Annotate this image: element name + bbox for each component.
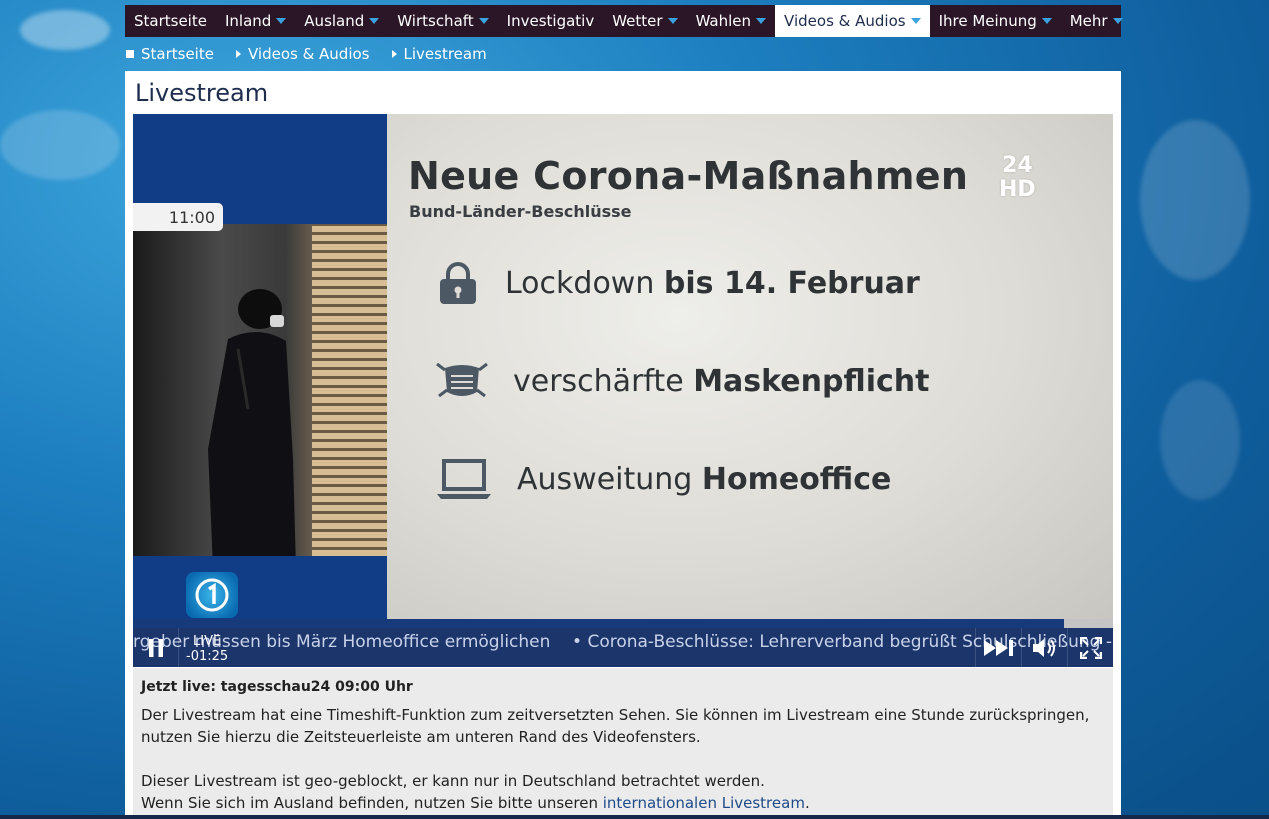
nav-item-label: Startseite	[134, 12, 207, 30]
bottom-edge-bar	[0, 815, 1269, 819]
breadcrumb-livestream[interactable]: Livestream	[391, 45, 487, 63]
caret-down-icon	[667, 18, 678, 24]
nav-item-label: Wahlen	[695, 12, 752, 30]
background-map	[1160, 380, 1240, 500]
progress-fill	[133, 619, 1064, 628]
pause-button[interactable]	[133, 628, 179, 667]
person-silhouette	[208, 289, 296, 556]
live-label: LIVE	[193, 634, 222, 649]
nav-item-wahlen[interactable]: Wahlen	[687, 5, 775, 37]
caret-down-icon	[1041, 18, 1052, 24]
background-map	[1140, 120, 1250, 280]
nav-item-label: Wirtschaft	[397, 12, 474, 30]
timeshift-description: Der Livestream hat eine Timeshift-Funkti…	[141, 706, 1090, 746]
bullet-text: Ausweitung Homeoffice	[517, 461, 892, 497]
caret-down-icon	[369, 18, 380, 24]
bullet-text: Lockdown bis 14. Februar	[505, 265, 920, 301]
background-map	[0, 110, 120, 180]
content-area: Livestream 11:00 Neue Corona-Maßnahmen B…	[125, 71, 1121, 819]
geoblock-notice: Dieser Livestream ist geo-geblockt, er k…	[141, 772, 765, 790]
news-slide: Neue Corona-Maßnahmen Bund-Länder-Beschl…	[387, 114, 1113, 619]
nav-item-label: Ausland	[304, 12, 365, 30]
channel-24hd-logo: 24 HD	[999, 154, 1036, 202]
nav-item-label: Videos & Audios	[784, 12, 906, 30]
nav-item-wetter[interactable]: Wetter	[603, 5, 686, 37]
nav-item-label: Investigativ	[506, 12, 595, 30]
slide-bullet-lockdown: Lockdown bis 14. Februar	[435, 260, 920, 306]
caret-down-icon	[910, 18, 921, 24]
video-player[interactable]: 11:00 Neue Corona-Maßnahmen Bund-Länder-…	[133, 114, 1113, 667]
slide-bullet-mask: verschärfte Maskenpflicht	[435, 358, 929, 404]
international-livestream-link[interactable]: internationalen Livestream	[603, 794, 805, 812]
lock-icon	[440, 262, 476, 304]
channel-logo-bottom: HD	[999, 177, 1036, 202]
breadcrumb-label: Startseite	[141, 45, 214, 63]
triangle-right-icon	[235, 50, 241, 58]
triangle-right-icon	[391, 50, 397, 58]
live-indicator: LIVE -01:25	[179, 634, 228, 664]
nav-item-startseite[interactable]: Startseite	[125, 5, 216, 37]
nav-item-investigativ[interactable]: Investigativ	[498, 5, 604, 37]
slide-bullet-homeoffice: Ausweitung Homeoffice	[435, 458, 891, 500]
page-title: Livestream	[135, 79, 269, 107]
channel-logo-top: 24	[1002, 153, 1033, 178]
breadcrumb-videos[interactable]: Videos & Audios	[235, 45, 370, 63]
caret-down-icon	[276, 18, 287, 24]
square-bullet-icon	[126, 50, 134, 58]
laptop-icon	[437, 459, 491, 499]
breadcrumb-label: Livestream	[403, 45, 487, 63]
caret-down-icon	[478, 18, 489, 24]
nav-item-ihre-meinung[interactable]: Ihre Meinung	[930, 5, 1061, 37]
nav-item-label: Wetter	[612, 12, 663, 30]
das-erste-logo-icon	[186, 572, 238, 618]
nav-item-label: Inland	[224, 12, 272, 30]
nav-item-mehr[interactable]: Mehr	[1061, 5, 1132, 37]
video-photo	[133, 224, 387, 556]
timeshift-progress-bar[interactable]	[133, 619, 1113, 628]
mask-icon	[436, 362, 488, 398]
fullscreen-button[interactable]	[1067, 628, 1113, 667]
volume-button[interactable]	[1021, 628, 1068, 667]
player-controls: LIVE -01:25	[133, 628, 1113, 667]
breadcrumb-home[interactable]: Startseite	[126, 45, 214, 63]
nav-item-label: Ihre Meinung	[938, 12, 1037, 30]
live-heading: Jetzt live: tagesschau24 09:00 Uhr	[141, 679, 413, 695]
caret-down-icon	[1112, 18, 1123, 24]
nav-item-ausland[interactable]: Ausland	[295, 5, 388, 37]
breadcrumb-label: Videos & Audios	[247, 45, 370, 63]
time-offset: -01:25	[186, 649, 229, 664]
nav-item-inland[interactable]: Inland	[216, 5, 295, 37]
main-navigation: Startseite Inland Ausland Wirtschaft Investi…	[125, 5, 1123, 37]
international-notice: Wenn Sie sich im Ausland befinden, nutze…	[141, 794, 810, 812]
slide-title: Neue Corona-Maßnahmen	[408, 154, 969, 198]
pause-icon	[148, 638, 163, 657]
bullet-text: verschärfte Maskenpflicht	[513, 363, 930, 399]
background-map	[20, 10, 110, 50]
shutter-texture	[312, 224, 387, 556]
speaker-icon	[1033, 638, 1055, 657]
caret-down-icon	[756, 18, 767, 24]
nav-item-label: Mehr	[1069, 12, 1108, 30]
slide-subtitle: Bund-Länder-Beschlüsse	[409, 202, 632, 221]
skip-to-live-button[interactable]	[975, 628, 1022, 667]
fullscreen-icon	[1080, 636, 1102, 659]
nav-item-videos-audios[interactable]: Videos & Audios	[775, 5, 930, 37]
clock-display: 11:00	[133, 203, 223, 231]
stream-info: Jetzt live: tagesschau24 09:00 Uhr Der L…	[133, 668, 1113, 819]
video-left-panel: 11:00	[133, 114, 387, 619]
breadcrumb: Startseite Videos & Audios Livestream	[126, 45, 487, 63]
skip-forward-icon	[984, 639, 1013, 656]
nav-item-wirtschaft[interactable]: Wirtschaft	[388, 5, 497, 37]
logo-one-icon	[195, 578, 229, 612]
